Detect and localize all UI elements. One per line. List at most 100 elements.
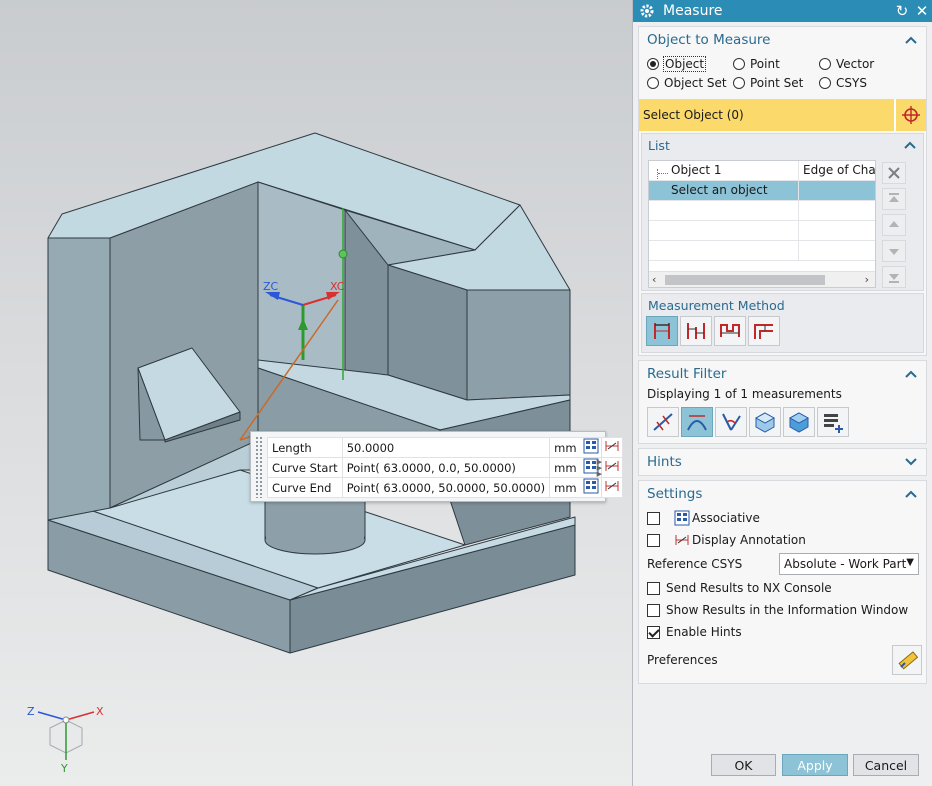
overlay-drag-handle[interactable]: [255, 436, 263, 498]
length-icon[interactable]: [646, 316, 678, 346]
list-item[interactable]: Select an object: [649, 181, 875, 201]
associative-checkbox[interactable]: [647, 511, 660, 525]
measurement-row: Curve Start Point( 63.0000, 0.0, 50.0000…: [267, 457, 623, 478]
radio-button[interactable]: [819, 58, 831, 70]
step-length-icon[interactable]: [748, 316, 780, 346]
measurement-value[interactable]: 50.0000: [341, 437, 551, 458]
radio-button[interactable]: [647, 77, 659, 89]
enable-hints-checkbox[interactable]: [647, 625, 660, 639]
apply-button[interactable]: Apply: [782, 754, 848, 776]
scrollbar-thumb[interactable]: [665, 275, 825, 285]
chevron-down-icon[interactable]: ▼: [906, 557, 914, 568]
crosshair-icon[interactable]: [894, 99, 926, 131]
send-results-option[interactable]: Send Results to NX Console: [639, 577, 926, 599]
list-area: Object 1 Edge of Chamfer Select an objec…: [642, 156, 923, 290]
multi-length-icon[interactable]: [714, 316, 746, 346]
radio-object[interactable]: Object: [647, 56, 733, 72]
annotation-icon[interactable]: [601, 477, 623, 498]
measurement-value[interactable]: Point( 63.0000, 50.0000, 50.0000): [341, 477, 551, 498]
radio-button[interactable]: [733, 77, 745, 89]
curve-length-filter-icon[interactable]: [681, 407, 713, 437]
send-results-checkbox[interactable]: [647, 581, 660, 595]
move-bottom-icon[interactable]: [882, 266, 906, 288]
chevron-up-icon[interactable]: [903, 140, 917, 150]
annotation-icon[interactable]: [601, 457, 623, 478]
result-filter-buttons: [639, 405, 926, 443]
show-results-checkbox[interactable]: [647, 603, 660, 617]
annotation-icon[interactable]: [601, 437, 623, 458]
zc-axis-label: ZC: [263, 280, 279, 293]
enable-hints-label: Enable Hints: [666, 625, 742, 639]
radio-point[interactable]: Point: [733, 57, 819, 71]
graphics-viewport[interactable]: ZC XC Z X Y Length 50.0000 mm Curve Star…: [0, 0, 632, 786]
associative-option[interactable]: Associative: [639, 507, 926, 529]
distance-filter-icon[interactable]: [647, 407, 679, 437]
info-icon[interactable]: [580, 477, 602, 498]
radio-object-set[interactable]: Object Set: [647, 76, 733, 90]
reference-csys-row: Reference CSYS Absolute - Work Part ▼: [639, 551, 926, 577]
radio-label: Object: [662, 56, 707, 72]
ok-button[interactable]: OK: [711, 754, 776, 776]
reset-icon[interactable]: ↻: [892, 2, 912, 20]
radio-vector[interactable]: Vector: [819, 57, 909, 71]
info-icon[interactable]: [580, 437, 602, 458]
dialog-titlebar[interactable]: Measure ↻ ✕: [633, 0, 932, 22]
chevron-down-icon[interactable]: [904, 457, 918, 467]
list-header[interactable]: List: [642, 134, 923, 156]
cancel-button[interactable]: Cancel: [853, 754, 919, 776]
measurement-unit[interactable]: mm: [549, 437, 581, 458]
radio-label: Point Set: [750, 76, 804, 90]
hints-header[interactable]: Hints: [639, 449, 926, 475]
measurement-unit[interactable]: mm: [549, 457, 581, 478]
measurement-row: Length 50.0000 mm: [267, 437, 623, 458]
measurement-method-header: Measurement Method: [642, 294, 923, 316]
remove-icon[interactable]: [882, 162, 906, 184]
radio-point-set[interactable]: Point Set: [733, 76, 819, 90]
settings-header[interactable]: Settings: [639, 481, 926, 507]
part-model[interactable]: ZC XC Z X Y: [0, 0, 632, 786]
parallel-length-icon[interactable]: [680, 316, 712, 346]
horizontal-scrollbar[interactable]: ‹ ›: [649, 271, 875, 287]
radio-button[interactable]: [733, 58, 745, 70]
measurement-name: Curve End: [267, 477, 343, 498]
radio-csys[interactable]: CSYS: [819, 76, 909, 90]
add-filter-icon[interactable]: [817, 407, 849, 437]
measure-dialog: Measure ↻ ✕ Object to Measure Object Poi…: [632, 0, 932, 786]
chevron-up-icon[interactable]: [904, 35, 918, 45]
chevron-left-icon[interactable]: ‹: [652, 273, 656, 286]
chevron-right-icon[interactable]: ›: [865, 273, 869, 286]
view-triad-icon[interactable]: Z X Y: [27, 705, 104, 775]
object-to-measure-section: Object to Measure Object Point Vector Ob…: [638, 26, 927, 356]
reference-csys-select[interactable]: Absolute - Work Part ▼: [779, 553, 919, 575]
display-annotation-checkbox[interactable]: [647, 533, 660, 547]
chevron-up-icon[interactable]: [904, 489, 918, 499]
move-up-icon[interactable]: [882, 214, 906, 236]
angle-filter-icon[interactable]: [715, 407, 747, 437]
preferences-ruler-icon[interactable]: [892, 645, 922, 675]
select-object-label: Select Object (0): [643, 108, 744, 122]
object-to-measure-header[interactable]: Object to Measure: [639, 27, 926, 53]
measurement-unit[interactable]: mm: [549, 477, 581, 498]
move-down-icon[interactable]: [882, 240, 906, 262]
display-annotation-option[interactable]: Display Annotation: [639, 529, 926, 551]
result-filter-header[interactable]: Result Filter: [639, 361, 926, 387]
select-object-row[interactable]: Select Object (0): [639, 99, 926, 131]
enable-hints-option[interactable]: Enable Hints: [639, 621, 926, 643]
triad-z-label: Z: [27, 705, 35, 718]
area-filter-icon[interactable]: [749, 407, 781, 437]
radio-button[interactable]: [647, 58, 659, 70]
reference-csys-label: Reference CSYS: [647, 557, 743, 571]
measurement-name: Length: [267, 437, 343, 458]
chevron-up-icon[interactable]: [904, 369, 918, 379]
show-results-option[interactable]: Show Results in the Information Window: [639, 599, 926, 621]
object-list[interactable]: Object 1 Edge of Chamfer Select an objec…: [648, 160, 876, 288]
object-type-radios: Object Point Vector Object Set Point Set…: [647, 56, 918, 90]
measurement-value[interactable]: Point( 63.0000, 0.0, 50.0000): [341, 457, 551, 478]
volume-filter-icon[interactable]: [783, 407, 815, 437]
move-top-icon[interactable]: [882, 188, 906, 210]
close-icon[interactable]: ✕: [912, 2, 932, 20]
expand-arrows-icon[interactable]: ▶ ▶ ▶: [597, 459, 602, 478]
associative-label: Associative: [692, 511, 760, 525]
list-item[interactable]: Object 1 Edge of Chamfer: [649, 161, 875, 181]
radio-button[interactable]: [819, 77, 831, 89]
